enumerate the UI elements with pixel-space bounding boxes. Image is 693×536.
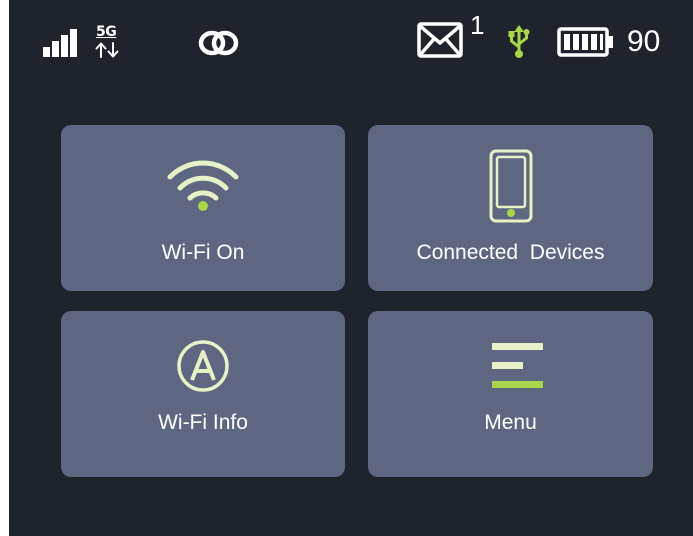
circled-a-icon bbox=[175, 338, 231, 398]
envelope-icon[interactable] bbox=[417, 22, 463, 58]
status-bar: 5G 1 90 bbox=[9, 0, 693, 90]
battery-level: 90 bbox=[627, 25, 661, 58]
network-type-label: 5G bbox=[96, 24, 117, 40]
message-count: 1 bbox=[470, 10, 485, 40]
up-down-arrows-icon bbox=[95, 42, 119, 58]
menu-label: Menu bbox=[484, 411, 537, 434]
wifi-info-tile[interactable]: Wi-Fi Info bbox=[61, 311, 345, 477]
wifi-toggle-tile[interactable]: Wi-Fi On bbox=[61, 125, 345, 291]
wifi-icon bbox=[165, 153, 241, 217]
battery-icon bbox=[557, 27, 615, 57]
wifi-info-label: Wi-Fi Info bbox=[158, 411, 248, 434]
device-screen: 5G 1 90 Wi-Fi On Connected Devices Wi-Fi… bbox=[9, 0, 693, 536]
network-type-badge: 5G bbox=[93, 24, 125, 60]
wifi-toggle-label: Wi-Fi On bbox=[161, 241, 245, 264]
menu-tile[interactable]: Menu bbox=[368, 311, 653, 477]
signal-bars-icon bbox=[43, 27, 85, 57]
phone-icon bbox=[488, 149, 534, 229]
menu-icon bbox=[492, 343, 546, 395]
connected-devices-label: Connected Devices bbox=[416, 241, 605, 264]
connected-devices-tile[interactable]: Connected Devices bbox=[368, 125, 653, 291]
chain-link-icon bbox=[197, 28, 241, 58]
usb-icon bbox=[507, 22, 531, 60]
